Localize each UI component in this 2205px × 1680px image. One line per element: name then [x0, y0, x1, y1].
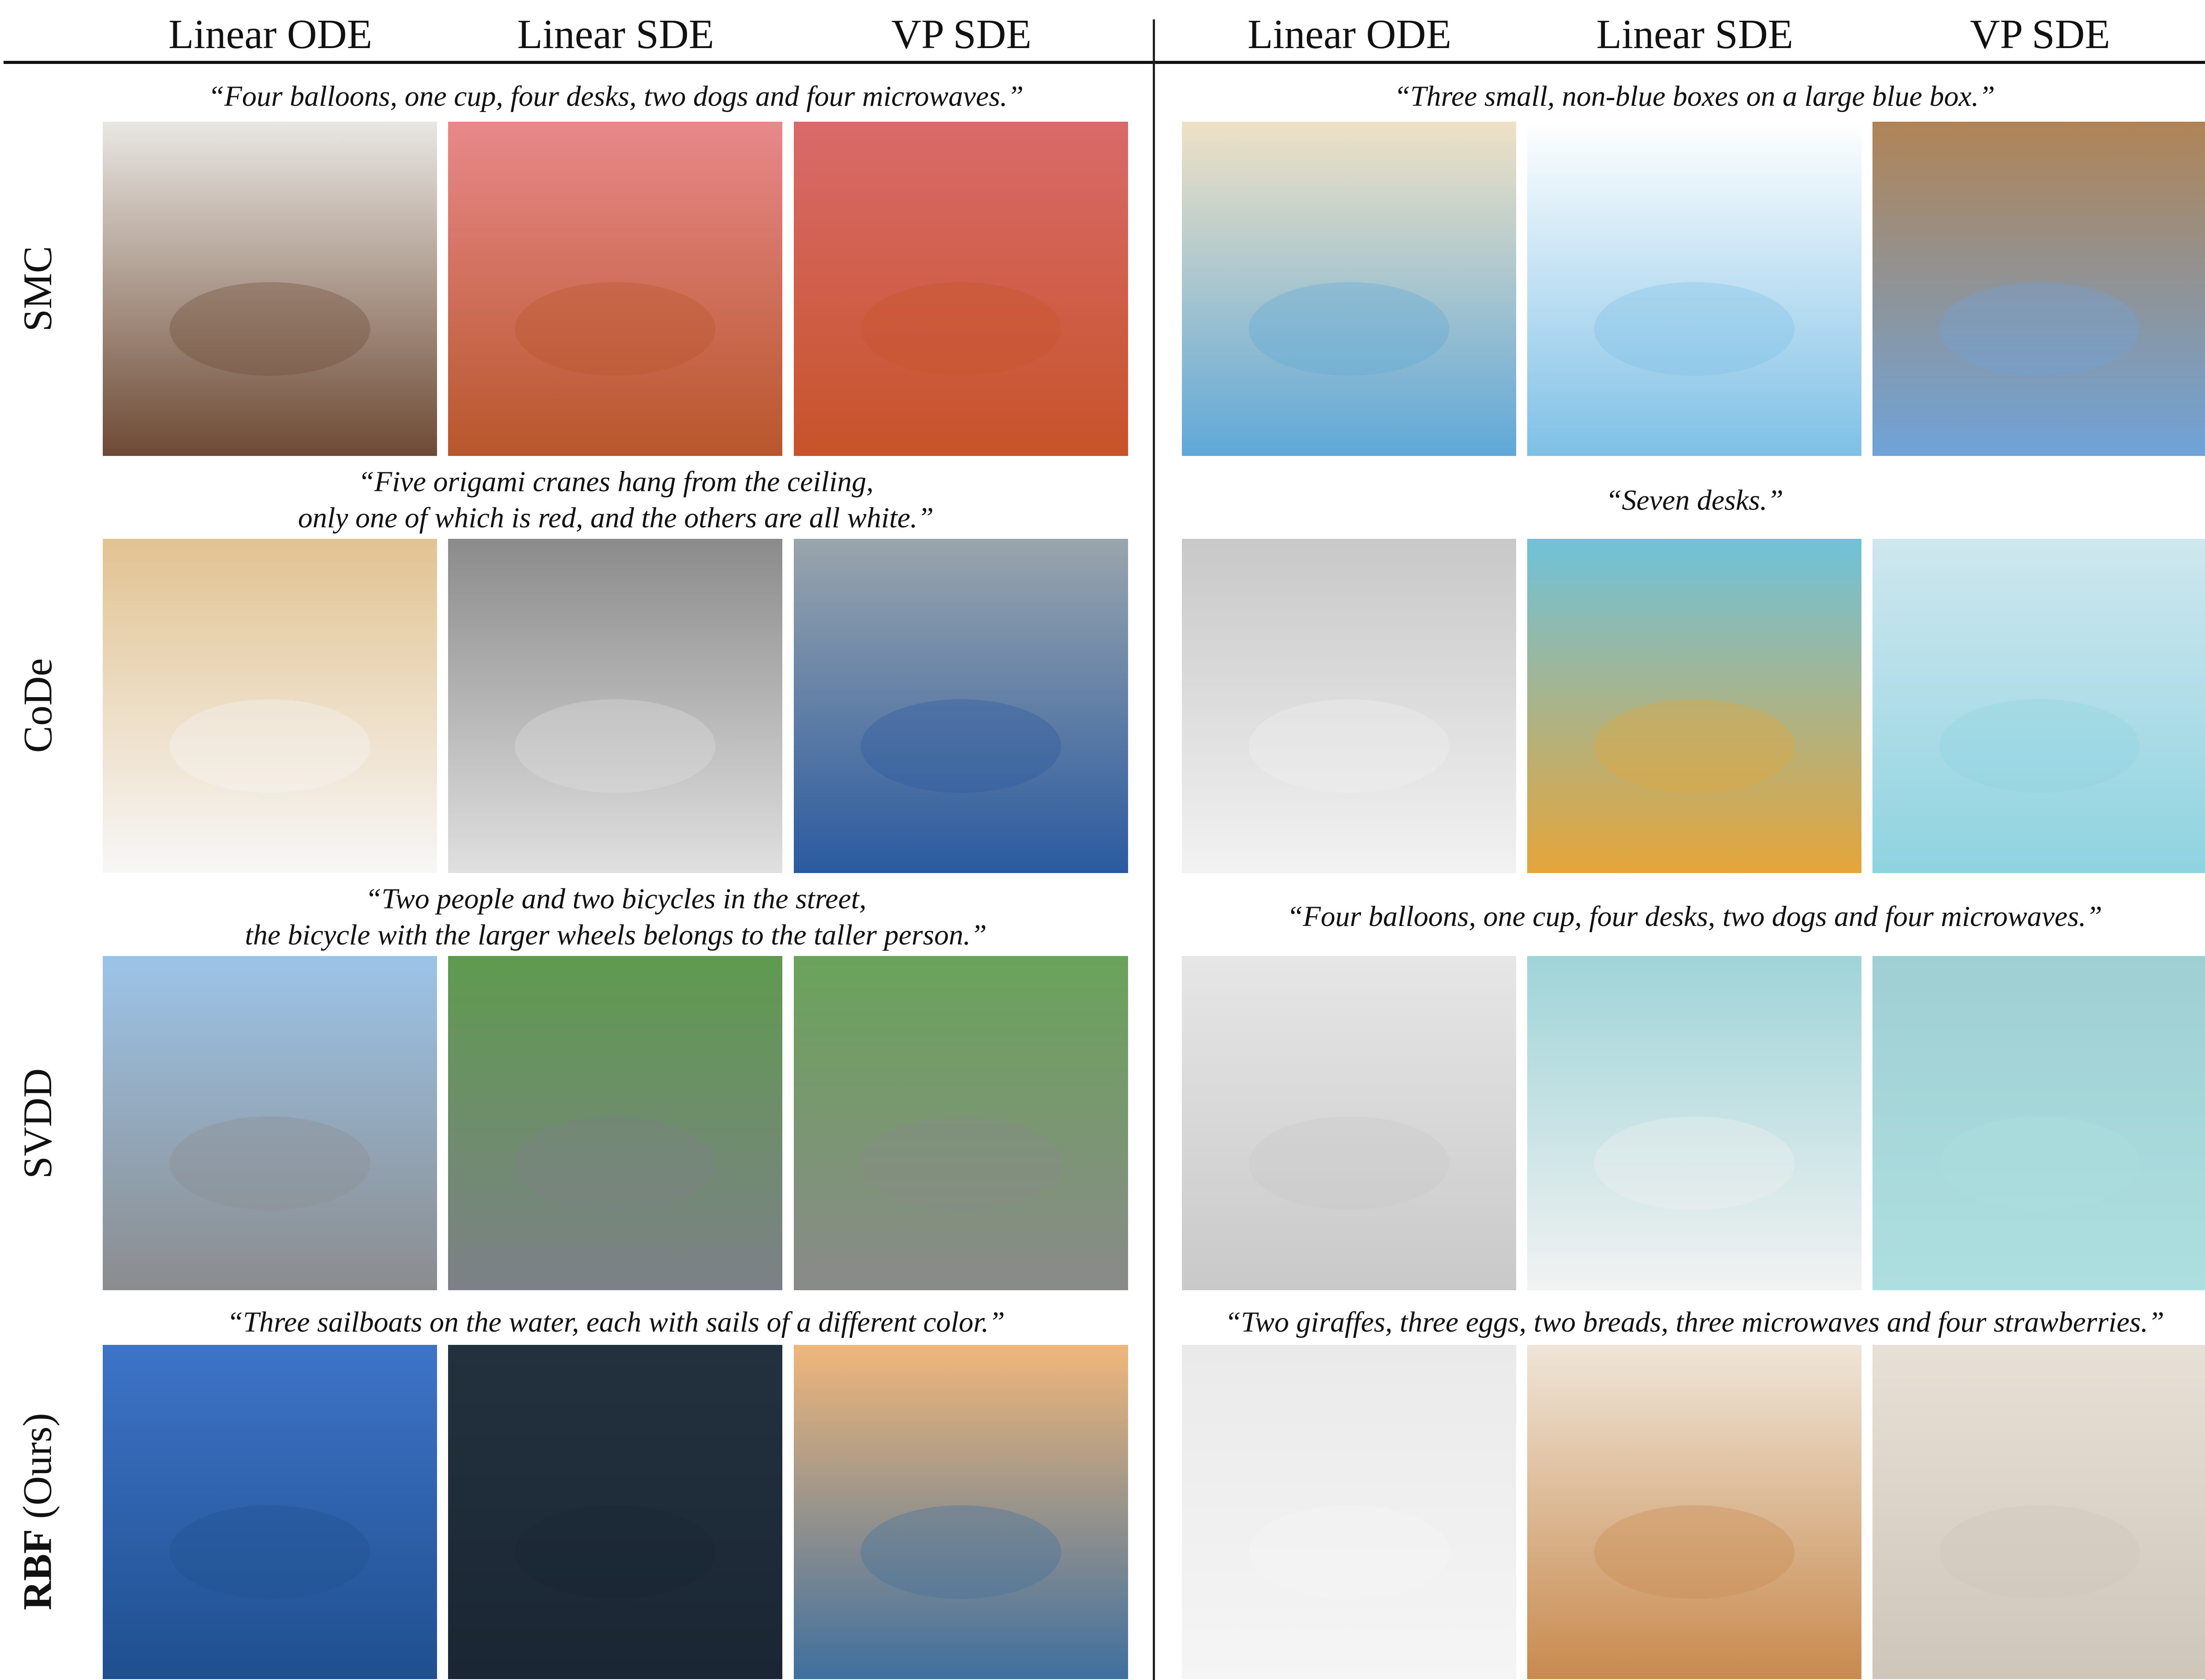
- row-label-code: CoDe: [15, 658, 60, 753]
- caption-right-row3: “Four balloons, one cup, four desks, two…: [1286, 900, 2103, 933]
- caption-right-row1: “Three small, non-blue boxes on a large …: [1394, 80, 1995, 112]
- blue-box-wood-floor-image: [1872, 122, 2205, 456]
- col-header-linear-ode-left: Linear ODE: [168, 11, 372, 57]
- blue-box-colored-boxes-image: [1182, 122, 1516, 456]
- balloons-cup-dogs-image: [1527, 956, 1861, 1290]
- balloons-pink-wall-image: [448, 122, 782, 456]
- caption-left-row1: “Four balloons, one cup, four desks, two…: [208, 80, 1024, 112]
- sailboats-ocean-image: [103, 1345, 437, 1679]
- giraffes-microwaves-eggs-image: [1872, 1345, 2205, 1679]
- balloons-microwaves-dogs-image: [1182, 956, 1516, 1290]
- giraffes-microwave-table-image: [1182, 1345, 1516, 1679]
- caption-right-row4: “Two giraffes, three eggs, two breads, t…: [1225, 1306, 2164, 1338]
- col-header-linear-sde-right: Linear SDE: [1596, 11, 1794, 57]
- caption-left-row2: “Five origami cranes hang from the ceili…: [298, 466, 934, 534]
- giraffes-eggs-breads-image: [1527, 1345, 1861, 1679]
- row-label-rbf-ours: RBF (Ours): [15, 1413, 60, 1610]
- origami-cranes-grey-image: [448, 539, 782, 873]
- center-divider: [1153, 19, 1155, 1680]
- col-header-linear-ode-right: Linear ODE: [1248, 11, 1451, 57]
- white-desks-room-image: [1182, 539, 1516, 873]
- balloons-desk-dogs-image: [103, 122, 437, 456]
- balloons-orange-desk-image: [794, 122, 1128, 456]
- sailboats-sunset-image: [794, 1345, 1128, 1679]
- origami-cranes-wood-image: [103, 539, 437, 873]
- white-desks-windmill-image: [1872, 539, 2205, 873]
- balloons-white-dogs-image: [1872, 956, 2205, 1290]
- sailboats-aerial-image: [448, 1345, 782, 1679]
- cyclists-car-image: [794, 956, 1128, 1290]
- caption-left-row3: “Two people and two bicycles in the stre…: [245, 883, 987, 951]
- blue-box-white-bg-image: [1527, 122, 1861, 456]
- header-rule: [4, 61, 2205, 64]
- caption-left-row4: “Three sailboats on the water, each with…: [227, 1306, 1005, 1338]
- origami-cranes-cafe-image: [794, 539, 1128, 873]
- caption-right-row2: “Seven desks.”: [1605, 484, 1784, 516]
- cyclists-street-image: [103, 956, 437, 1290]
- cyclists-trees-image: [448, 956, 782, 1290]
- col-header-vp-sde-right: VP SDE: [1970, 11, 2110, 57]
- row-label-smc: SMC: [15, 246, 60, 332]
- row-label-svdd: SVDD: [15, 1068, 60, 1179]
- col-header-vp-sde-left: VP SDE: [891, 11, 1031, 57]
- yellow-chairs-blue-image: [1527, 539, 1861, 873]
- col-header-linear-sde-left: Linear SDE: [517, 11, 714, 57]
